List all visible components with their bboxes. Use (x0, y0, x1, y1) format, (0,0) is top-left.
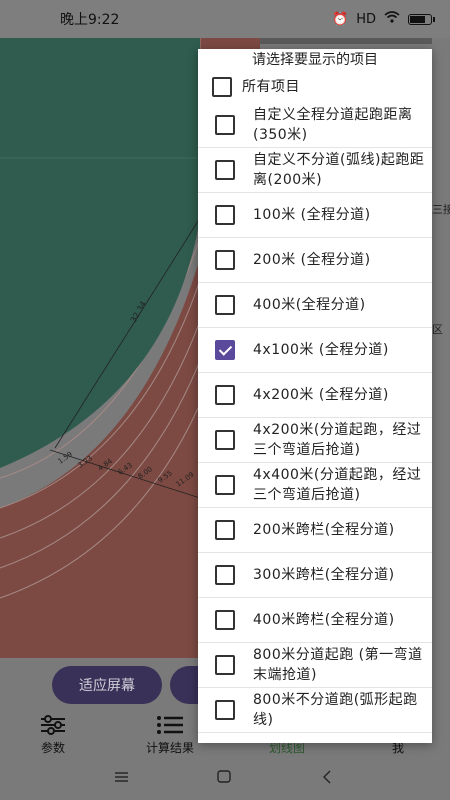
option-list: 所有项目自定义全程分道起跑距离(350米) 自定义不分道(弧线)起跑距离(200米… (198, 71, 432, 733)
option-label: 4x400米(分道起跑，经过三个弯道后抢道) (253, 467, 422, 503)
status-bar: 晚上9:22 ⏰ HD (0, 0, 450, 38)
option-label: 200米跨栏(全程分道) (253, 522, 395, 538)
lane-marker-0: 1.59 (57, 450, 74, 465)
checkbox[interactable] (215, 655, 235, 675)
alarm-icon: ⏰ (332, 11, 349, 27)
checkbox[interactable] (215, 160, 235, 180)
back-icon[interactable] (323, 770, 331, 784)
option-item[interactable]: 200米跨栏(全程分道) (198, 508, 432, 553)
edge-text-1: 三接 (432, 203, 450, 216)
checkbox[interactable] (215, 295, 235, 315)
option-item[interactable]: 200米 (全程分道) (198, 238, 432, 283)
option-item[interactable]: 自定义不分道(弧线)起跑距离(200米) (198, 148, 432, 193)
option-item[interactable]: 300米跨栏(全程分道) (198, 553, 432, 598)
option-label: 800米分道起跑 (第一弯道末端抢道) (253, 647, 423, 683)
option-label: 400米跨栏(全程分道) (253, 612, 395, 628)
option-label: 4x200米 (全程分道) (253, 387, 389, 403)
option-label: 4x200米(分道起跑，经过三个弯道后抢道) (253, 422, 422, 458)
option-item[interactable]: 800米分道起跑 (第一弯道末端抢道) (198, 643, 432, 688)
checkbox[interactable] (215, 430, 235, 450)
option-item[interactable]: 400米(全程分道) (198, 283, 432, 328)
status-icons: ⏰ HD (332, 11, 435, 27)
checkbox[interactable] (215, 565, 235, 585)
wifi-icon (384, 11, 400, 27)
network-badge: HD (356, 11, 376, 27)
option-item[interactable]: 4x400米(分道起跑，经过三个弯道后抢道) (198, 463, 432, 508)
option-item[interactable]: 自定义全程分道起跑距离(350米) (198, 103, 432, 148)
checkbox[interactable] (215, 115, 235, 135)
checkbox-checked[interactable] (215, 340, 235, 360)
sliders-icon (39, 711, 67, 739)
checkbox[interactable] (215, 475, 235, 495)
option-label: 自定义全程分道起跑距离(350米) (253, 107, 413, 143)
home-icon[interactable] (217, 770, 231, 783)
checkbox[interactable] (215, 205, 235, 225)
option-label: 4x100米 (全程分道) (253, 342, 389, 358)
option-label: 800米不分道跑(弧形起跑线) (253, 692, 418, 728)
option-label: 所有项目 (242, 79, 300, 95)
nav-label-results: 计算结果 (145, 741, 194, 755)
checkbox[interactable] (212, 77, 232, 97)
checkbox[interactable] (215, 385, 235, 405)
checkbox[interactable] (215, 610, 235, 630)
option-item[interactable]: 所有项目 (198, 71, 432, 103)
system-nav-bar (0, 760, 450, 800)
dropdown-title: 请选择要显示的项目 (252, 52, 378, 68)
checkbox[interactable] (215, 520, 235, 540)
nav-label-params: 参数 (40, 741, 65, 755)
edge-text-2: 区 (432, 323, 443, 336)
fit-screen-button[interactable]: 适应屏幕 (52, 666, 162, 704)
menu-icon[interactable] (115, 772, 128, 782)
option-label: 100米 (全程分道) (253, 207, 371, 223)
checkbox[interactable] (215, 700, 235, 720)
option-item[interactable]: 4x100米 (全程分道) (198, 328, 432, 373)
option-label: 200米 (全程分道) (253, 252, 371, 268)
nav-item-params[interactable]: 参数 (30, 708, 76, 760)
option-item[interactable]: 400米跨栏(全程分道) (198, 598, 432, 643)
option-item[interactable]: 100米 (全程分道) (198, 193, 432, 238)
option-item[interactable]: 4x200米 (全程分道) (198, 373, 432, 418)
list-icon (156, 711, 184, 739)
option-item[interactable]: 800米不分道跑(弧形起跑线) (198, 688, 432, 733)
status-time: 晚上9:22 (60, 12, 120, 28)
battery-icon (408, 13, 435, 25)
checkbox[interactable] (215, 250, 235, 270)
option-label: 300米跨栏(全程分道) (253, 567, 395, 583)
option-label: 自定义不分道(弧线)起跑距离(200米) (253, 152, 425, 188)
project-select-dropdown[interactable]: 请选择要显示的项目 所有项目自定义全程分道起跑距离(350米) 自定义不分道(弧线… (198, 49, 432, 743)
option-label: 400米(全程分道) (253, 297, 366, 313)
option-item[interactable]: 4x200米(分道起跑，经过三个弯道后抢道) (198, 418, 432, 463)
nav-item-results[interactable]: 计算结果 (140, 708, 200, 760)
